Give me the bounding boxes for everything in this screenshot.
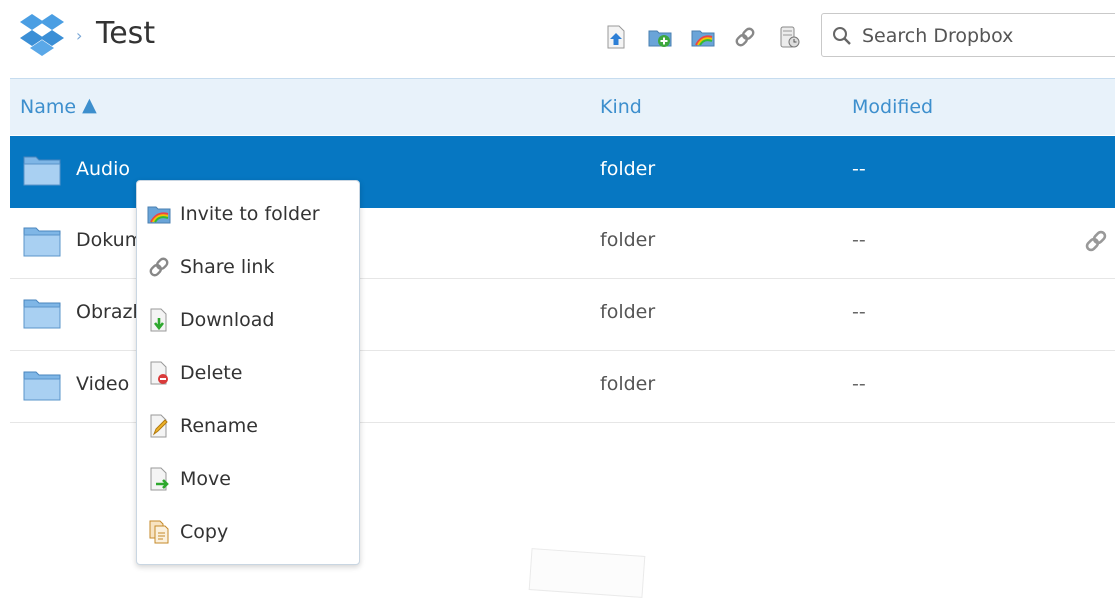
column-name-header[interactable]: Name ▲ bbox=[20, 94, 97, 118]
header: › Test bbox=[0, 0, 1115, 78]
upload-icon[interactable] bbox=[603, 24, 629, 50]
context-menu: Invite to folder Share link Download Del… bbox=[136, 180, 360, 565]
link-icon bbox=[147, 255, 171, 279]
file-modified: -- bbox=[852, 373, 866, 395]
dropbox-logo-icon[interactable] bbox=[18, 12, 66, 58]
menu-item-rename[interactable]: Rename bbox=[137, 404, 359, 448]
menu-item-delete[interactable]: Delete bbox=[137, 351, 359, 395]
sort-ascending-icon: ▲ bbox=[82, 94, 97, 116]
share-folder-icon[interactable] bbox=[690, 24, 716, 50]
deleted-files-icon[interactable] bbox=[776, 24, 802, 50]
page-title: Test bbox=[96, 16, 156, 51]
rainbow-folder-icon bbox=[147, 202, 171, 226]
column-modified-header[interactable]: Modified bbox=[852, 96, 933, 118]
folder-icon bbox=[22, 295, 62, 331]
file-kind: folder bbox=[600, 229, 656, 251]
column-kind-header[interactable]: Kind bbox=[600, 96, 642, 118]
menu-item-label: Rename bbox=[180, 415, 258, 437]
background-decoration bbox=[528, 548, 646, 598]
column-name-label: Name bbox=[20, 96, 77, 118]
shared-link-icon[interactable] bbox=[1082, 227, 1110, 255]
search-box[interactable] bbox=[821, 13, 1115, 57]
rename-icon bbox=[147, 414, 171, 438]
file-kind: folder bbox=[600, 373, 656, 395]
download-icon bbox=[147, 308, 171, 332]
folder-icon bbox=[22, 152, 62, 188]
menu-item-download[interactable]: Download bbox=[137, 298, 359, 342]
column-header: Name ▲ Kind Modified bbox=[10, 78, 1115, 135]
menu-item-label: Copy bbox=[180, 521, 229, 543]
file-modified: -- bbox=[852, 301, 866, 323]
search-icon bbox=[832, 26, 852, 46]
file-modified: -- bbox=[852, 229, 866, 251]
delete-icon bbox=[147, 361, 171, 385]
breadcrumb-separator: › bbox=[76, 26, 83, 45]
menu-item-label: Share link bbox=[180, 256, 275, 278]
menu-item-label: Move bbox=[180, 468, 231, 490]
copy-icon bbox=[147, 520, 171, 544]
menu-item-copy[interactable]: Copy bbox=[137, 510, 359, 554]
menu-item-label: Download bbox=[180, 309, 275, 331]
file-modified: -- bbox=[852, 158, 866, 180]
file-kind: folder bbox=[600, 301, 656, 323]
search-input[interactable] bbox=[860, 20, 1115, 52]
menu-item-move[interactable]: Move bbox=[137, 457, 359, 501]
file-name[interactable]: Video bbox=[76, 373, 129, 395]
file-kind: folder bbox=[600, 158, 656, 180]
new-folder-icon[interactable] bbox=[647, 24, 673, 50]
file-name[interactable]: Audio bbox=[76, 158, 130, 180]
menu-item-share-link[interactable]: Share link bbox=[137, 245, 359, 289]
menu-item-label: Invite to folder bbox=[180, 203, 320, 225]
folder-icon bbox=[22, 223, 62, 259]
move-icon bbox=[147, 467, 171, 491]
menu-item-label: Delete bbox=[180, 362, 243, 384]
menu-item-invite-to-folder[interactable]: Invite to folder bbox=[137, 192, 359, 236]
share-link-icon[interactable] bbox=[732, 24, 758, 50]
folder-icon bbox=[22, 367, 62, 403]
